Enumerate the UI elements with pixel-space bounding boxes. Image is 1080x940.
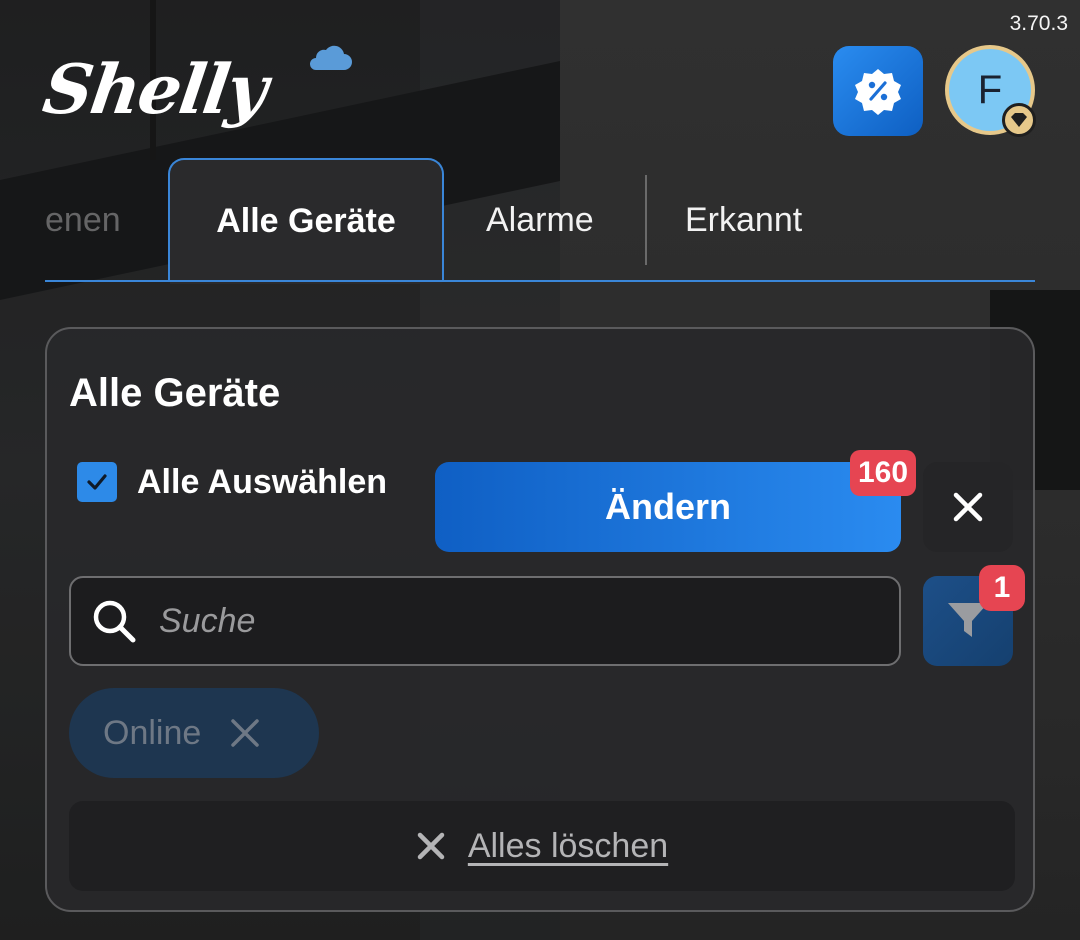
clear-all-button[interactable]: Alles löschen: [69, 801, 1015, 891]
filter-chip-label: Online: [103, 713, 202, 752]
tab-all-devices[interactable]: Alle Geräte: [168, 158, 444, 284]
select-all-checkbox[interactable]: [77, 462, 117, 502]
tab-alarms[interactable]: Alarme: [486, 158, 594, 282]
user-avatar[interactable]: F: [945, 45, 1036, 137]
device-tabs: enen Alle Geräte Alarme Erkannt: [45, 158, 1035, 284]
selected-count-badge: 160: [850, 450, 917, 496]
search-field[interactable]: [69, 576, 901, 666]
promo-button[interactable]: [833, 46, 923, 136]
search-input[interactable]: [159, 601, 799, 641]
select-all-label: Alle Auswählen: [137, 462, 388, 501]
remove-filter-icon[interactable]: [229, 717, 261, 749]
tabs-baseline: [45, 280, 1035, 282]
close-icon: [953, 492, 983, 522]
panel-title: Alle Geräte: [69, 371, 281, 415]
filter-count-badge: 1: [979, 565, 1025, 611]
change-button[interactable]: Ändern: [435, 462, 901, 552]
select-all[interactable]: Alle Auswählen: [77, 462, 387, 502]
all-devices-panel: Alle Geräte Alle Auswählen Ändern 160 1 …: [45, 327, 1035, 912]
app-version: 3.70.3: [1009, 12, 1068, 35]
close-button[interactable]: [923, 462, 1013, 552]
percent-badge-icon: [855, 69, 901, 115]
clear-all-label: Alles löschen: [467, 826, 669, 865]
logo-wordmark: Shelly: [38, 50, 271, 130]
tab-previous[interactable]: enen: [45, 158, 155, 282]
shelly-logo: Shelly: [38, 44, 364, 144]
diamond-icon: [1002, 103, 1036, 137]
filter-chip-online[interactable]: Online: [69, 688, 319, 778]
checkmark-icon: [87, 474, 107, 490]
tab-divider: [645, 175, 647, 265]
close-icon: [417, 832, 445, 860]
tab-discovered[interactable]: Erkannt: [685, 158, 802, 282]
cloud-icon: [310, 45, 352, 70]
search-icon: [93, 600, 136, 643]
